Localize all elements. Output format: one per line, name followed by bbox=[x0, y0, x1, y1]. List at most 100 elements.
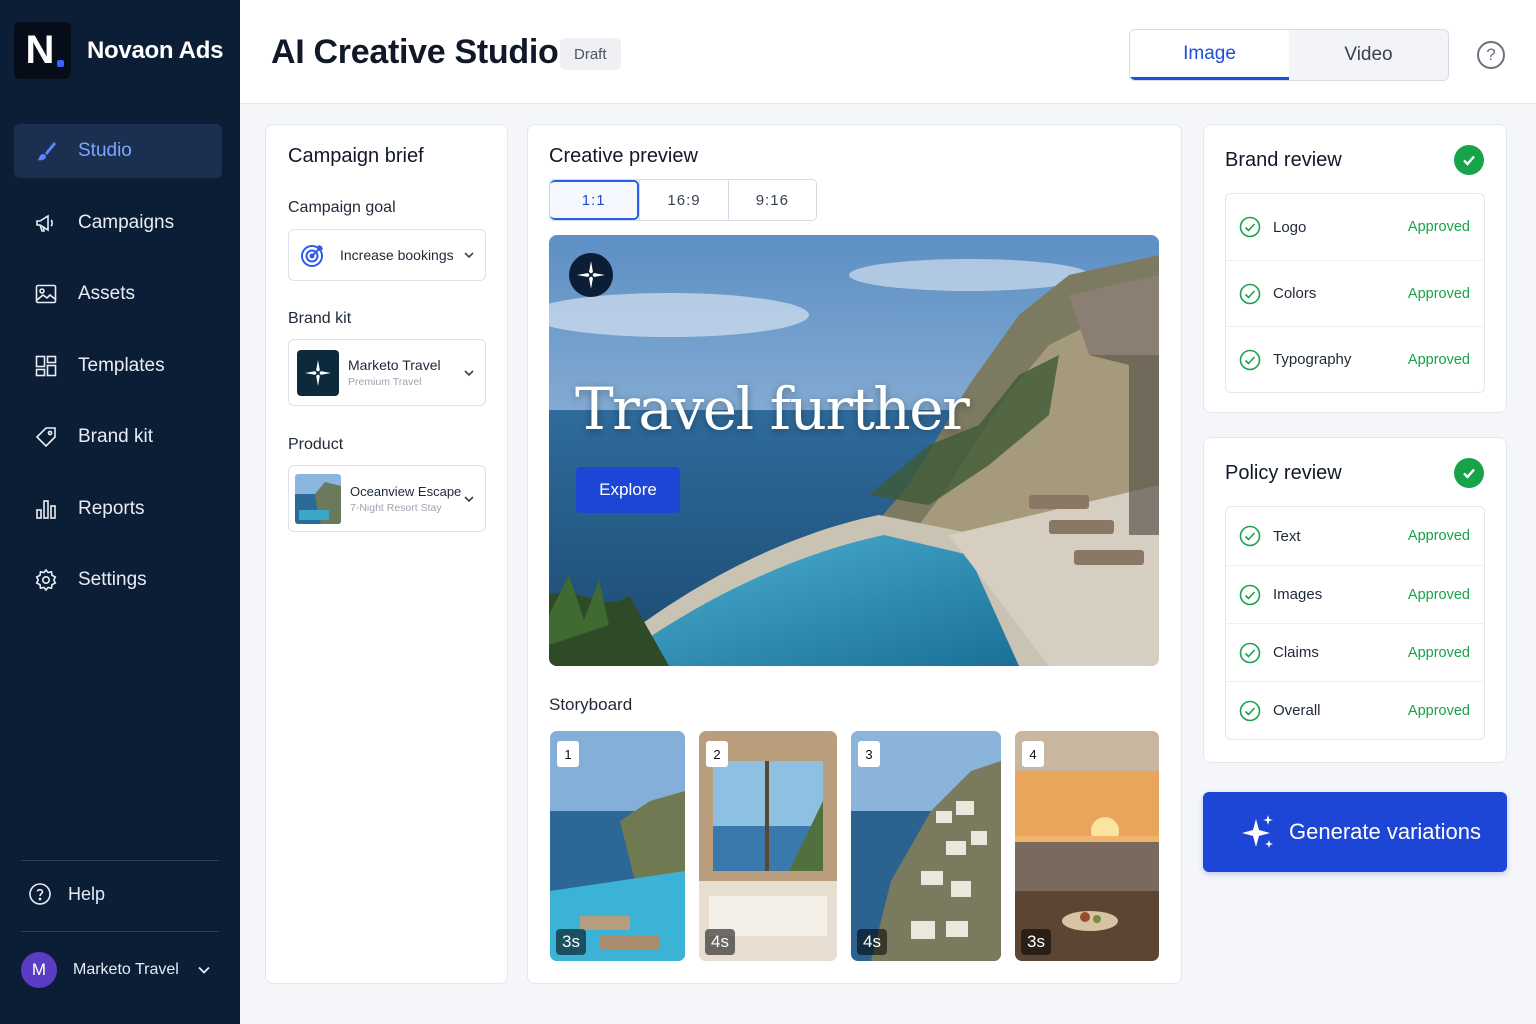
sidebar-item-campaigns[interactable]: Campaigns bbox=[14, 196, 222, 250]
list-item: Colors Approved bbox=[1226, 260, 1484, 326]
check-circle-icon bbox=[1239, 700, 1261, 721]
ratio-9-16[interactable]: 9:16 bbox=[727, 180, 816, 220]
policy-review-check-icon bbox=[1454, 458, 1484, 488]
list-item: Logo Approved bbox=[1226, 194, 1484, 260]
brand-logo-dot bbox=[57, 60, 64, 67]
policy-review-title: Policy review bbox=[1225, 462, 1342, 484]
image-icon bbox=[35, 284, 57, 304]
policy-review-list: Text Approved Images Approved Claims App… bbox=[1225, 506, 1485, 740]
ratio-16-9[interactable]: 16:9 bbox=[639, 180, 727, 220]
review-item-status: Approved bbox=[1407, 528, 1470, 544]
chevron-down-icon bbox=[464, 369, 474, 376]
list-item: Images Approved bbox=[1226, 565, 1484, 623]
megaphone-icon bbox=[36, 214, 53, 232]
explore-button[interactable]: Explore bbox=[576, 467, 680, 513]
sidebar-item-label: Settings bbox=[78, 569, 147, 590]
brand-kit-label: Brand kit bbox=[288, 310, 352, 327]
sidebar-item-reports[interactable]: Reports bbox=[14, 482, 222, 536]
brush-icon bbox=[37, 142, 56, 161]
review-item-name: Text bbox=[1273, 527, 1301, 545]
sidebar-nav: Studio Campaigns Assets Templates Brand … bbox=[14, 124, 222, 625]
creative-canvas[interactable]: Travel further Explore bbox=[549, 235, 1159, 666]
storyboard-frame-2[interactable]: 2 4s bbox=[699, 731, 837, 961]
product-label: Product bbox=[288, 436, 344, 453]
sidebar-item-studio[interactable]: Studio bbox=[14, 124, 222, 178]
help-icon bbox=[29, 883, 51, 905]
check-circle-icon bbox=[1239, 642, 1261, 663]
product-subtitle: 7-Night Resort Stay bbox=[350, 501, 442, 514]
list-item: Text Approved bbox=[1226, 507, 1484, 565]
brand-logo: N bbox=[14, 22, 71, 79]
policy-review-panel: Policy review Text Approved Images Appro… bbox=[1203, 437, 1507, 763]
review-item-status: Approved bbox=[1407, 219, 1470, 235]
storyboard-frame-3[interactable]: 3 4s bbox=[851, 731, 1001, 961]
review-item-status: Approved bbox=[1407, 285, 1470, 302]
frame-number: 2 bbox=[706, 741, 728, 767]
check-circle-icon bbox=[1239, 216, 1261, 238]
product-select[interactable]: Oceanview Escape 7-Night Resort Stay bbox=[288, 465, 486, 532]
tab-video[interactable]: Video bbox=[1289, 30, 1448, 80]
frame-number: 1 bbox=[557, 741, 579, 767]
tab-image[interactable]: Image bbox=[1130, 30, 1289, 80]
account-name: Marketo Travel bbox=[73, 961, 179, 978]
review-item-status: Approved bbox=[1407, 644, 1470, 661]
grid-icon bbox=[35, 355, 57, 376]
chevron-down-icon bbox=[464, 252, 474, 259]
brand-name: Novaon Ads bbox=[87, 36, 224, 64]
ratio-1-1[interactable]: 1:1 bbox=[550, 180, 640, 220]
brand-logo-letter: N bbox=[25, 28, 55, 72]
review-item-name: Typography bbox=[1273, 351, 1352, 368]
target-icon bbox=[301, 245, 323, 267]
sidebar-item-label: Studio bbox=[78, 140, 132, 161]
sidebar-item-assets[interactable]: Assets bbox=[14, 267, 222, 321]
creative-preview-title: Creative preview bbox=[549, 145, 698, 167]
product-name: Oceanview Escape bbox=[350, 483, 462, 499]
status-badge: Draft bbox=[560, 38, 621, 70]
sidebar-divider bbox=[21, 931, 219, 932]
account-switcher[interactable]: M Marketo Travel bbox=[21, 952, 211, 988]
generate-variations-label: Generate variations bbox=[1289, 819, 1481, 844]
sidebar-help[interactable]: Help bbox=[28, 882, 105, 906]
campaign-brief-panel: Campaign brief Campaign goal Increase bo… bbox=[265, 124, 508, 984]
review-item-name: Images bbox=[1273, 586, 1323, 603]
review-item-status: Approved bbox=[1407, 586, 1470, 603]
storyboard-frame-4[interactable]: 4 3s bbox=[1015, 731, 1159, 961]
help-label: Help bbox=[68, 883, 106, 904]
storyboard-label: Storyboard bbox=[549, 695, 633, 714]
review-item-status: Approved bbox=[1407, 351, 1470, 368]
sidebar-divider bbox=[21, 860, 219, 861]
tag-icon bbox=[35, 427, 56, 448]
list-item: Overall Approved bbox=[1226, 681, 1484, 739]
frame-duration: 4s bbox=[857, 929, 887, 955]
frame-number: 4 bbox=[1022, 741, 1044, 767]
aspect-ratio-selector: 1:1 16:9 9:16 bbox=[549, 179, 817, 221]
page-title: AI Creative Studio bbox=[271, 33, 559, 71]
review-item-name: Claims bbox=[1273, 644, 1319, 661]
mode-toggle: Image Video bbox=[1129, 29, 1449, 81]
frame-duration: 3s bbox=[1021, 929, 1051, 955]
sparkles-icon bbox=[1242, 815, 1273, 848]
sidebar-item-label: Brand kit bbox=[78, 426, 153, 447]
sidebar-item-settings[interactable]: Settings bbox=[14, 553, 222, 607]
campaign-goal-select[interactable]: Increase bookings bbox=[288, 229, 486, 281]
brand-review-title: Brand review bbox=[1225, 149, 1342, 171]
help-icon[interactable]: ? bbox=[1477, 41, 1505, 69]
brand-kit-select[interactable]: Marketo Travel Premium Travel bbox=[288, 339, 486, 406]
creative-preview-panel: Creative preview 1:1 16:9 9:16 Travel fu… bbox=[527, 124, 1182, 984]
brand-kit-subtitle: Premium Travel bbox=[348, 376, 422, 388]
compass-star-icon bbox=[577, 261, 605, 289]
review-item-name: Colors bbox=[1273, 285, 1317, 302]
sidebar-item-brand-kit[interactable]: Brand kit bbox=[14, 410, 222, 464]
creative-headline[interactable]: Travel further bbox=[575, 375, 970, 443]
brand-kit-name: Marketo Travel bbox=[348, 357, 441, 373]
check-circle-icon bbox=[1239, 349, 1261, 370]
top-header: AI Creative Studio Draft Image Video ? bbox=[240, 0, 1536, 104]
brand[interactable]: N Novaon Ads bbox=[14, 22, 223, 79]
check-circle-icon bbox=[1239, 584, 1261, 605]
storyboard-frame-1[interactable]: 1 3s bbox=[550, 731, 685, 961]
campaign-goal-label: Campaign goal bbox=[288, 199, 396, 216]
product-thumbnail bbox=[295, 473, 341, 524]
review-item-status: Approved bbox=[1407, 702, 1470, 719]
sidebar-item-templates[interactable]: Templates bbox=[14, 339, 222, 393]
generate-variations-button[interactable]: Generate variations bbox=[1203, 792, 1507, 872]
